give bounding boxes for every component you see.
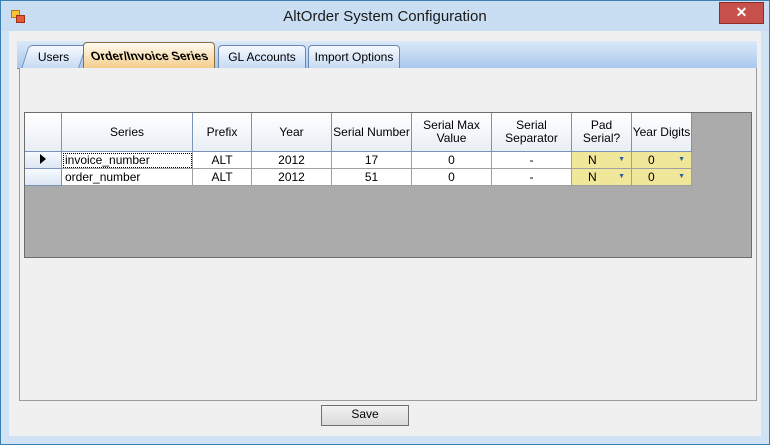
cell-serial-separator[interactable]: -: [492, 152, 572, 169]
column-header-serial-max-value[interactable]: Serial Max Value: [412, 113, 492, 152]
column-header-year[interactable]: Year: [252, 113, 332, 152]
tab-gl-accounts[interactable]: GL Accounts: [218, 45, 306, 68]
tab-import-options[interactable]: Import Options: [308, 45, 400, 68]
cell-serial-number[interactable]: 51: [332, 169, 412, 186]
window-title: AltOrder System Configuration: [283, 8, 487, 25]
year-digits-value: 0: [648, 153, 655, 167]
tab-order-invoice-series-label: Order/Invoice Series: [88, 49, 210, 63]
cell-serial-max-value[interactable]: 0: [412, 152, 492, 169]
current-row-arrow-icon: [40, 154, 46, 164]
tab-users[interactable]: Users: [21, 45, 87, 68]
grid-corner-header[interactable]: [25, 113, 62, 152]
cell-year-digits-combo[interactable]: 0 ▼: [632, 169, 692, 186]
save-button[interactable]: Save: [321, 405, 409, 426]
series-grid[interactable]: Series Prefix Year Serial Number Serial …: [24, 112, 752, 258]
column-header-year-digits[interactable]: Year Digits: [632, 113, 692, 152]
pad-serial-value: N: [588, 153, 597, 167]
row-header-current[interactable]: [25, 152, 62, 169]
cell-serial-number[interactable]: 17: [332, 152, 412, 169]
column-header-prefix[interactable]: Prefix: [193, 113, 252, 152]
column-header-serial-separator[interactable]: Serial Separator: [492, 113, 572, 152]
tab-page-order-invoice-series: Series Prefix Year Serial Number Serial …: [19, 68, 757, 401]
cell-prefix[interactable]: ALT: [193, 169, 252, 186]
title-bar[interactable]: AltOrder System Configuration ✕: [1, 1, 769, 31]
row-header[interactable]: [25, 169, 62, 186]
client-area: Users GL Accounts Import Options Order/I…: [9, 31, 761, 436]
cell-pad-serial-combo[interactable]: N ▼: [572, 169, 632, 186]
cell-year[interactable]: 2012: [252, 152, 332, 169]
cell-pad-serial-combo[interactable]: N ▼: [572, 152, 632, 169]
cell-serial-separator[interactable]: -: [492, 169, 572, 186]
cell-series[interactable]: invoice_number: [62, 152, 193, 169]
dropdown-arrow-icon[interactable]: ▼: [678, 169, 685, 185]
tab-users-label: Users: [38, 50, 70, 64]
dropdown-arrow-icon[interactable]: ▼: [618, 152, 625, 168]
tab-strip: Users GL Accounts Import Options Order/I…: [17, 41, 757, 69]
dropdown-arrow-icon[interactable]: ▼: [678, 152, 685, 168]
close-button[interactable]: ✕: [719, 2, 764, 24]
column-header-pad-serial[interactable]: Pad Serial?: [572, 113, 632, 152]
column-header-series[interactable]: Series: [62, 113, 193, 152]
tab-order-invoice-series[interactable]: Order/Invoice Series: [83, 42, 215, 69]
pad-serial-value: N: [588, 170, 597, 184]
config-window: AltOrder System Configuration ✕ Users GL…: [0, 0, 770, 445]
cell-year-digits-combo[interactable]: 0 ▼: [632, 152, 692, 169]
cell-prefix[interactable]: ALT: [193, 152, 252, 169]
cell-series[interactable]: order_number: [62, 169, 193, 186]
dropdown-arrow-icon[interactable]: ▼: [618, 169, 625, 185]
cell-year[interactable]: 2012: [252, 169, 332, 186]
cell-serial-max-value[interactable]: 0: [412, 169, 492, 186]
year-digits-value: 0: [648, 170, 655, 184]
column-header-serial-number[interactable]: Serial Number: [332, 113, 412, 152]
